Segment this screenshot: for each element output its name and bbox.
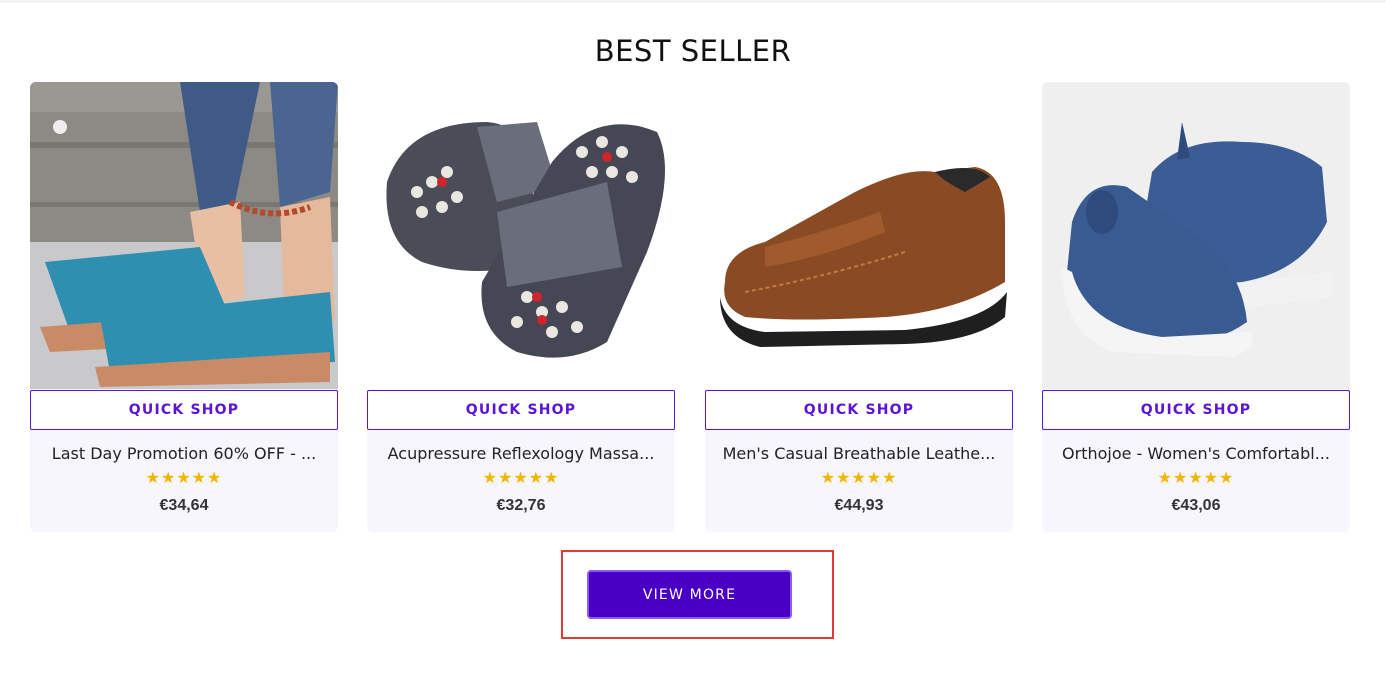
product-name[interactable]: Orthojoe - Women's Comfortabl...	[1056, 444, 1336, 463]
product-price: €43,06	[1171, 497, 1221, 514]
product-card: QUICK SHOP Men's Casual Breathable Leath…	[705, 82, 1013, 532]
product-image[interactable]	[705, 82, 1013, 389]
product-price: €32,76	[496, 497, 546, 514]
star-rating: ★★★★★	[1157, 470, 1235, 487]
quick-shop-button[interactable]: QUICK SHOP	[1042, 390, 1350, 430]
product-price: €34,64	[159, 497, 209, 514]
product-image[interactable]	[30, 82, 338, 389]
section-title: BEST SELLER	[594, 34, 792, 69]
star-rating: ★★★★★	[820, 470, 898, 487]
product-name[interactable]: Men's Casual Breathable Leathe...	[719, 444, 999, 463]
product-name[interactable]: Last Day Promotion 60% OFF - ...	[44, 444, 324, 463]
star-rating: ★★★★★	[482, 470, 560, 487]
product-price: €44,93	[834, 497, 884, 514]
view-more-button[interactable]: VIEW MORE	[587, 570, 792, 619]
star-rating: ★★★★★	[145, 470, 223, 487]
product-image[interactable]	[367, 82, 675, 389]
product-image[interactable]	[1042, 82, 1350, 389]
product-grid: QUICK SHOP Last Day Promotion 60% OFF - …	[30, 82, 1350, 534]
quick-shop-button[interactable]: QUICK SHOP	[367, 390, 675, 430]
product-card: QUICK SHOP Last Day Promotion 60% OFF - …	[30, 82, 338, 532]
product-card: QUICK SHOP Acupressure Reflexology Massa…	[367, 82, 675, 532]
quick-shop-button[interactable]: QUICK SHOP	[30, 390, 338, 430]
quick-shop-button[interactable]: QUICK SHOP	[705, 390, 1013, 430]
product-card: QUICK SHOP Orthojoe - Women's Comfortabl…	[1042, 82, 1350, 532]
product-name[interactable]: Acupressure Reflexology Massa...	[381, 444, 661, 463]
header-divider	[0, 0, 1386, 3]
